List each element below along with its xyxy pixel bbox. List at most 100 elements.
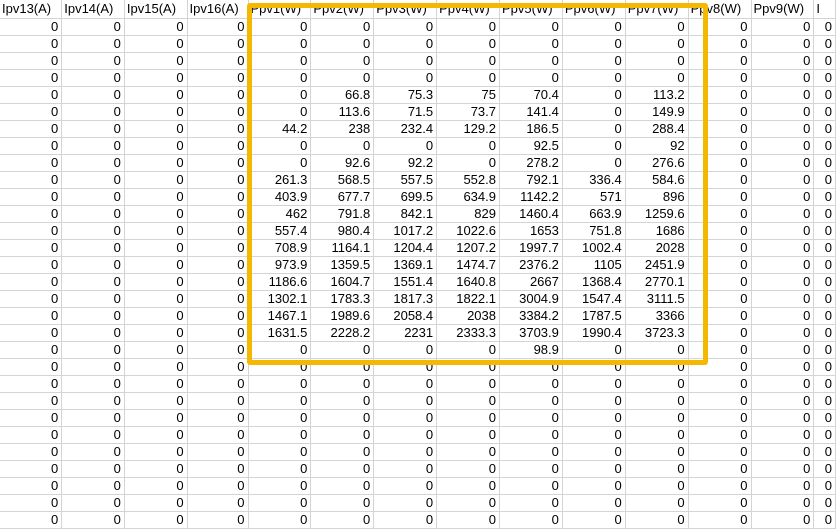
data-cell[interactable]: 0 bbox=[499, 409, 563, 427]
data-cell[interactable]: 0 bbox=[813, 35, 836, 53]
data-cell[interactable]: 0 bbox=[187, 188, 249, 206]
data-cell[interactable]: 0 bbox=[61, 103, 125, 121]
data-cell[interactable]: 0 bbox=[248, 426, 312, 444]
data-cell[interactable]: 0 bbox=[61, 86, 125, 104]
data-cell[interactable]: 149.9 bbox=[625, 103, 689, 121]
data-cell[interactable]: 0 bbox=[625, 409, 689, 427]
data-cell[interactable]: 0 bbox=[187, 86, 249, 104]
data-cell[interactable]: 0 bbox=[0, 511, 63, 529]
data-cell[interactable]: 751.8 bbox=[562, 222, 626, 240]
data-cell[interactable]: 0 bbox=[562, 460, 626, 478]
data-cell[interactable]: 0 bbox=[124, 392, 188, 410]
column-header-cell[interactable]: Ppv6(W) bbox=[562, 0, 626, 19]
data-cell[interactable]: 0 bbox=[373, 375, 438, 393]
data-cell[interactable]: 0 bbox=[625, 341, 689, 359]
data-cell[interactable]: 0 bbox=[61, 494, 125, 512]
data-cell[interactable]: 0 bbox=[499, 52, 563, 70]
data-cell[interactable]: 0 bbox=[61, 188, 125, 206]
data-cell[interactable]: 0 bbox=[0, 341, 63, 359]
data-cell[interactable]: 0 bbox=[751, 273, 815, 291]
data-cell[interactable]: 0 bbox=[562, 137, 626, 155]
data-cell[interactable]: 0 bbox=[499, 426, 563, 444]
data-cell[interactable]: 75 bbox=[436, 86, 500, 104]
data-cell[interactable]: 0 bbox=[813, 307, 836, 325]
data-cell[interactable]: 0 bbox=[187, 35, 249, 53]
data-cell[interactable]: 842.1 bbox=[373, 205, 438, 223]
data-cell[interactable]: 0 bbox=[124, 35, 188, 53]
data-cell[interactable]: 186.5 bbox=[499, 120, 563, 138]
data-cell[interactable]: 0 bbox=[688, 239, 752, 257]
data-cell[interactable]: 0 bbox=[751, 205, 815, 223]
data-cell[interactable]: 0 bbox=[813, 154, 836, 172]
data-cell[interactable]: 0 bbox=[562, 511, 626, 529]
data-cell[interactable]: 1787.5 bbox=[562, 307, 626, 325]
data-cell[interactable]: 0 bbox=[124, 239, 188, 257]
data-cell[interactable]: 0 bbox=[61, 239, 125, 257]
data-cell[interactable]: 0 bbox=[562, 443, 626, 461]
data-cell[interactable]: 141.4 bbox=[499, 103, 563, 121]
data-cell[interactable]: 0 bbox=[187, 239, 249, 257]
data-cell[interactable]: 232.4 bbox=[373, 120, 438, 138]
data-cell[interactable]: 0 bbox=[688, 188, 752, 206]
data-cell[interactable]: 0 bbox=[751, 290, 815, 308]
data-cell[interactable]: 0 bbox=[61, 35, 125, 53]
data-cell[interactable]: 0 bbox=[0, 443, 63, 461]
data-cell[interactable]: 0 bbox=[499, 18, 563, 36]
data-cell[interactable]: 1186.6 bbox=[248, 273, 312, 291]
data-cell[interactable]: 276.6 bbox=[625, 154, 689, 172]
data-cell[interactable]: 0 bbox=[124, 120, 188, 138]
data-cell[interactable]: 0 bbox=[751, 324, 815, 342]
data-cell[interactable]: 261.3 bbox=[248, 171, 312, 189]
data-cell[interactable]: 0 bbox=[688, 103, 752, 121]
data-cell[interactable]: 0 bbox=[688, 460, 752, 478]
data-cell[interactable]: 1604.7 bbox=[310, 273, 375, 291]
data-cell[interactable]: 2231 bbox=[373, 324, 438, 342]
data-cell[interactable]: 0 bbox=[248, 137, 312, 155]
data-cell[interactable]: 0 bbox=[562, 358, 626, 376]
data-cell[interactable]: 0 bbox=[751, 137, 815, 155]
data-cell[interactable]: 0 bbox=[688, 273, 752, 291]
data-cell[interactable]: 0 bbox=[0, 290, 63, 308]
data-cell[interactable]: 3111.5 bbox=[625, 290, 689, 308]
column-header-cell[interactable]: Ipv13(A) bbox=[0, 0, 63, 19]
data-cell[interactable]: 0 bbox=[124, 494, 188, 512]
data-cell[interactable]: 0 bbox=[0, 52, 63, 70]
data-cell[interactable]: 1164.1 bbox=[310, 239, 375, 257]
data-cell[interactable]: 0 bbox=[562, 426, 626, 444]
data-cell[interactable]: 0 bbox=[124, 511, 188, 529]
data-cell[interactable]: 0 bbox=[688, 307, 752, 325]
data-cell[interactable]: 0 bbox=[562, 494, 626, 512]
data-cell[interactable]: 0 bbox=[0, 494, 63, 512]
data-cell[interactable]: 0 bbox=[61, 443, 125, 461]
data-cell[interactable]: 0 bbox=[248, 154, 312, 172]
column-header-cell[interactable]: Ppv5(W) bbox=[499, 0, 563, 19]
data-cell[interactable]: 0 bbox=[373, 494, 438, 512]
data-cell[interactable]: 0 bbox=[124, 103, 188, 121]
data-cell[interactable]: 0 bbox=[187, 307, 249, 325]
data-cell[interactable]: 0 bbox=[625, 494, 689, 512]
data-cell[interactable]: 0 bbox=[61, 341, 125, 359]
data-cell[interactable]: 0 bbox=[0, 18, 63, 36]
data-cell[interactable]: 829 bbox=[436, 205, 500, 223]
data-cell[interactable]: 0 bbox=[373, 460, 438, 478]
data-cell[interactable]: 0 bbox=[688, 18, 752, 36]
data-cell[interactable]: 0 bbox=[124, 426, 188, 444]
data-cell[interactable]: 129.2 bbox=[436, 120, 500, 138]
data-cell[interactable]: 1989.6 bbox=[310, 307, 375, 325]
data-cell[interactable]: 0 bbox=[0, 86, 63, 104]
data-cell[interactable]: 0 bbox=[562, 341, 626, 359]
data-cell[interactable]: 0 bbox=[436, 18, 500, 36]
data-cell[interactable]: 0 bbox=[61, 137, 125, 155]
data-cell[interactable]: 0 bbox=[187, 494, 249, 512]
data-cell[interactable]: 0 bbox=[124, 205, 188, 223]
data-cell[interactable]: 0 bbox=[751, 154, 815, 172]
data-cell[interactable]: 0 bbox=[751, 18, 815, 36]
data-cell[interactable]: 1460.4 bbox=[499, 205, 563, 223]
data-cell[interactable]: 0 bbox=[0, 154, 63, 172]
data-cell[interactable]: 0 bbox=[187, 52, 249, 70]
data-cell[interactable]: 0 bbox=[61, 69, 125, 87]
data-cell[interactable]: 0 bbox=[688, 392, 752, 410]
data-cell[interactable]: 0 bbox=[436, 409, 500, 427]
data-cell[interactable]: 0 bbox=[688, 494, 752, 512]
data-cell[interactable]: 0 bbox=[124, 188, 188, 206]
